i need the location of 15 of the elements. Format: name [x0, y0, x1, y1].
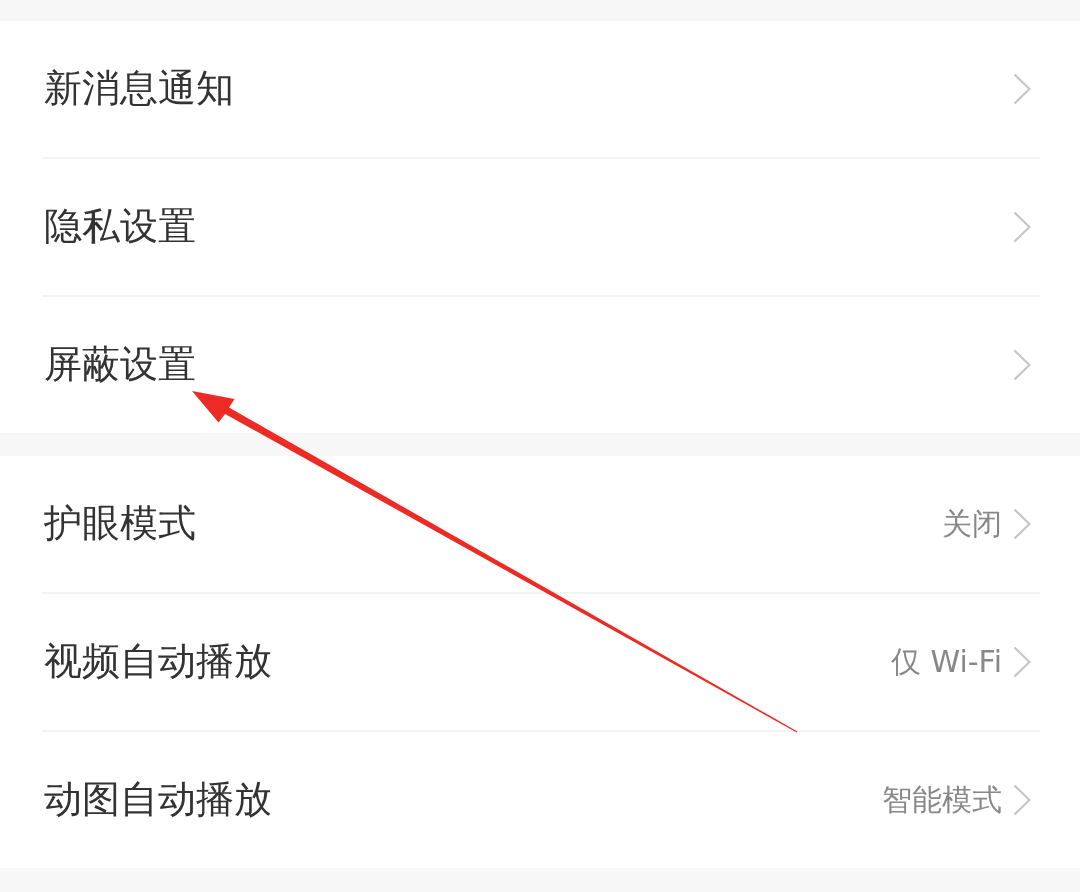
chevron-right-icon [1013, 784, 1031, 816]
chevron-right-icon [1013, 508, 1031, 540]
setting-label: 护眼模式 [44, 501, 196, 547]
setting-label: 动图自动播放 [44, 777, 272, 823]
setting-value: 智能模式 [882, 782, 1002, 818]
chevron-right-icon [1013, 73, 1031, 105]
chevron-right-icon [1013, 211, 1031, 243]
setting-value: 关闭 [942, 506, 1002, 542]
chevron-right-icon [1013, 349, 1031, 381]
setting-value: 仅 Wi-Fi [890, 644, 1002, 680]
setting-label: 新消息通知 [44, 66, 234, 112]
setting-label: 视频自动播放 [44, 639, 272, 685]
chevron-right-icon [1013, 646, 1031, 678]
setting-label: 屏蔽设置 [44, 342, 196, 388]
setting-label: 隐私设置 [44, 204, 196, 250]
